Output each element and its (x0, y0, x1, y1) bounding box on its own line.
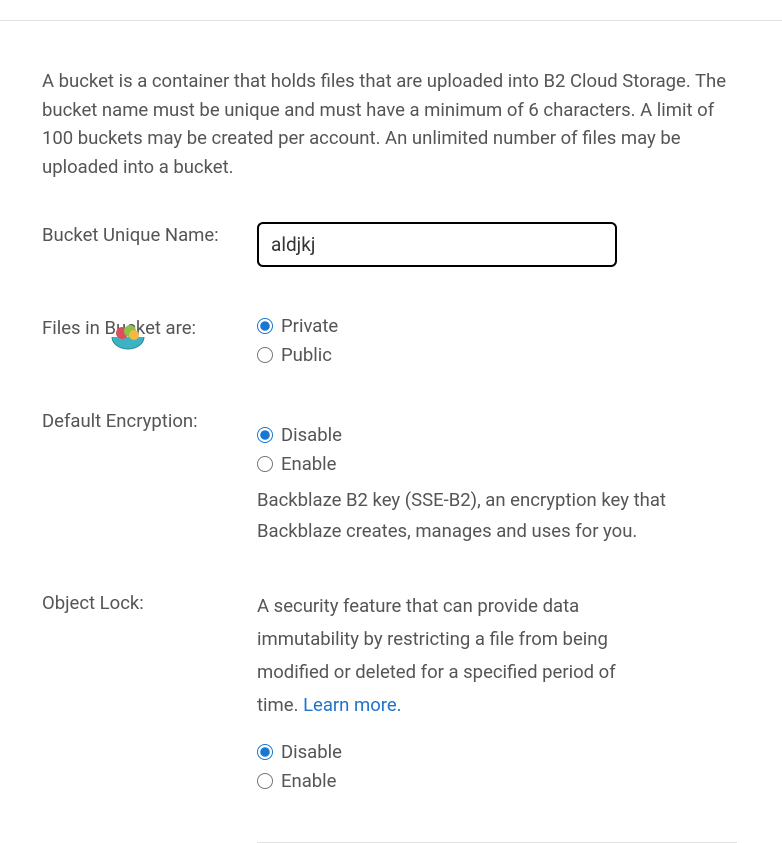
encryption-disable-radio[interactable] (257, 427, 273, 443)
object-lock-disable-radio[interactable] (257, 744, 273, 760)
form-container: A bucket is a container that holds files… (0, 21, 782, 830)
files-private-label[interactable]: Private (281, 315, 338, 337)
files-private-option[interactable]: Private (257, 315, 740, 337)
object-lock-disable-label[interactable]: Disable (281, 741, 342, 763)
object-lock-content: A security feature that can provide data… (257, 590, 740, 792)
files-private-radio[interactable] (257, 318, 273, 334)
encryption-content: Disable Enable Backblaze B2 key (SSE-B2)… (257, 408, 740, 548)
encryption-group: Disable Enable (257, 424, 740, 475)
encryption-disable-label[interactable]: Disable (281, 424, 342, 446)
bucket-name-input[interactable] (257, 222, 617, 267)
object-lock-enable-option[interactable]: Enable (257, 770, 740, 792)
bucket-name-label: Bucket Unique Name: (42, 222, 257, 246)
bucket-name-row: Bucket Unique Name: (42, 222, 740, 267)
object-lock-enable-label[interactable]: Enable (281, 770, 337, 792)
encryption-label: Default Encryption: (42, 408, 257, 432)
files-visibility-row: Files in Bucket are: Private Public (42, 315, 740, 366)
encryption-help-text: Backblaze B2 key (SSE-B2), an encryption… (257, 485, 667, 548)
object-lock-disable-option[interactable]: Disable (257, 741, 740, 763)
files-visibility-content: Private Public (257, 315, 740, 366)
bucket-name-content (257, 222, 740, 267)
encryption-row: Default Encryption: Disable Enable Backb… (42, 408, 740, 548)
files-visibility-label-text: Files in Bucket are: (42, 317, 196, 339)
encryption-enable-option[interactable]: Enable (257, 453, 740, 475)
intro-text: A bucket is a container that holds files… (42, 67, 740, 182)
encryption-enable-radio[interactable] (257, 456, 273, 472)
object-lock-description: A security feature that can provide data… (257, 590, 637, 723)
object-lock-label: Object Lock: (42, 590, 257, 614)
learn-more-link[interactable]: Learn more. (303, 694, 401, 716)
files-visibility-label: Files in Bucket are: (42, 315, 257, 339)
object-lock-enable-radio[interactable] (257, 773, 273, 789)
files-public-label[interactable]: Public (281, 344, 332, 366)
encryption-enable-label[interactable]: Enable (281, 453, 337, 475)
object-lock-group: Disable Enable (257, 741, 740, 792)
files-public-option[interactable]: Public (257, 344, 740, 366)
encryption-disable-option[interactable]: Disable (257, 424, 740, 446)
files-public-radio[interactable] (257, 347, 273, 363)
object-lock-row: Object Lock: A security feature that can… (42, 590, 740, 792)
files-visibility-group: Private Public (257, 315, 740, 366)
